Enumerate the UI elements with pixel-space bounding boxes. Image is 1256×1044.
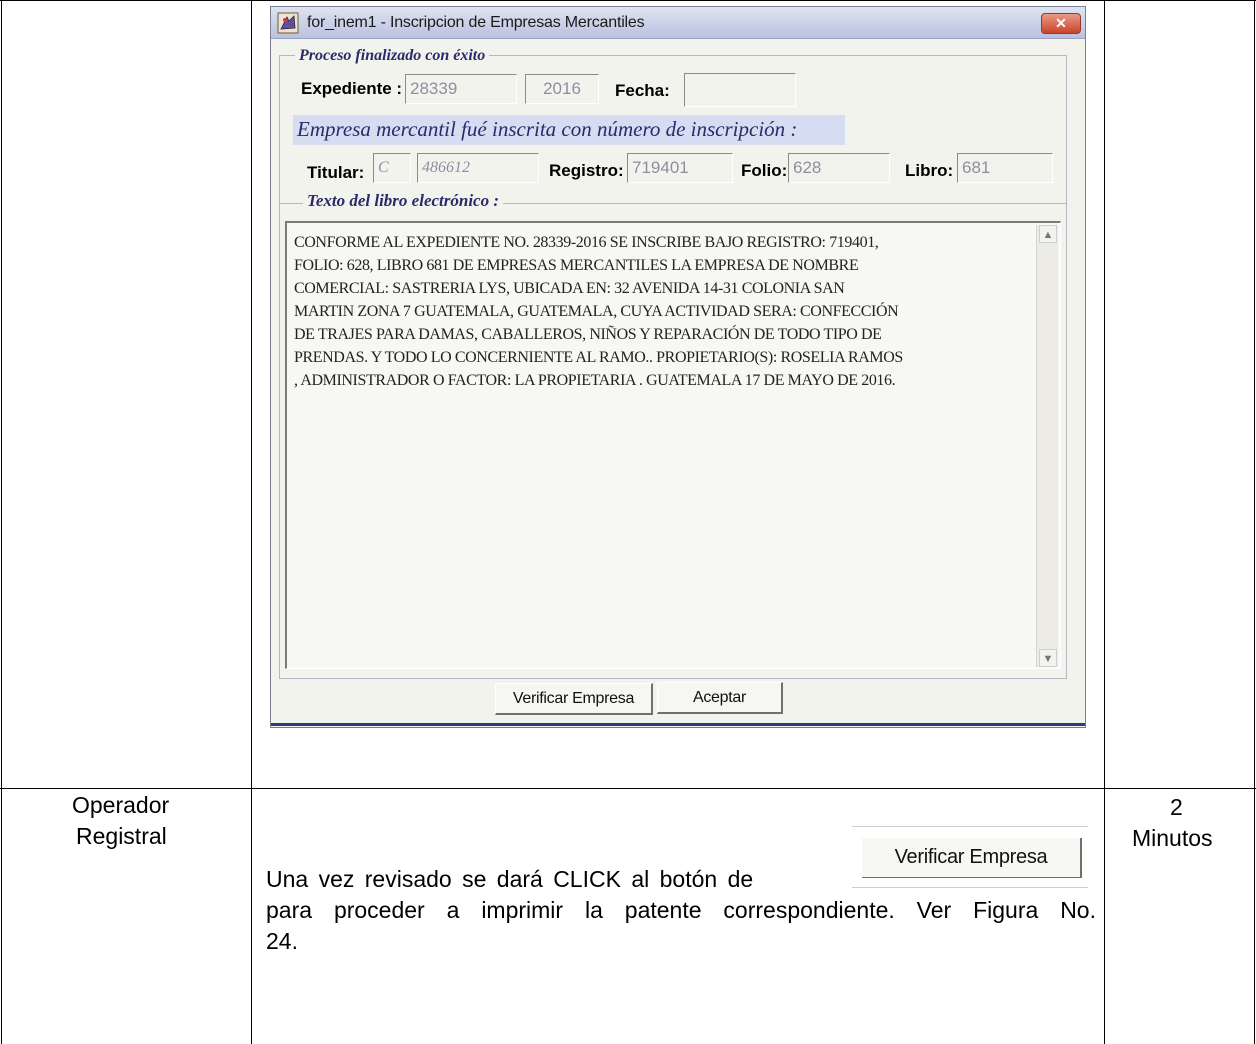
- vertical-scrollbar[interactable]: ▲ ▼: [1036, 225, 1058, 667]
- table-row-divider: [0, 788, 1256, 789]
- scroll-down-arrow-icon[interactable]: ▼: [1039, 649, 1057, 667]
- electronic-book-text: CONFORME AL EXPEDIENTE NO. 28339-2016 SE…: [294, 231, 1024, 392]
- registro-field[interactable]: 719401: [627, 153, 733, 183]
- instruction-line-3: 24.: [266, 928, 298, 954]
- table-divider-col2: [1104, 0, 1105, 1044]
- expediente-year-field[interactable]: 2016: [525, 74, 599, 104]
- accept-button[interactable]: Aceptar: [657, 682, 783, 714]
- libro-field[interactable]: 681: [957, 153, 1053, 183]
- window-title: for_inem1 - Inscripcion de Empresas Merc…: [307, 14, 645, 31]
- role-line-2: Registral: [76, 823, 167, 849]
- table-divider-col1: [251, 0, 252, 1044]
- text-line: FOLIO: 628, LIBRO 681 DE EMPRESAS MERCAN…: [294, 257, 859, 274]
- text-line: DE TRAJES PARA DAMAS, CABALLEROS, NIÑOS …: [294, 326, 882, 343]
- text-line: MARTIN ZONA 7 GUATEMALA, GUATEMALA, CUYA…: [294, 303, 899, 320]
- electronic-book-textarea[interactable]: CONFORME AL EXPEDIENTE NO. 28339-2016 SE…: [285, 221, 1061, 669]
- expediente-label: Expediente :: [301, 79, 403, 98]
- text-line: COMERCIAL: SASTRERIA LYS, UBICADA EN: 32…: [294, 280, 845, 297]
- instruction-line-1: Una vez revisado se dará CLICK al botón …: [266, 866, 754, 892]
- text-legend: Texto del libro electrónico :: [303, 191, 504, 211]
- titular-letter-field[interactable]: C: [373, 153, 411, 183]
- text-line: PRENDAS. Y TODO LO CONCERNIENTE AL RAMO.…: [294, 349, 903, 366]
- window-bottom-border: [271, 723, 1085, 726]
- role-line-1: Operador: [72, 792, 170, 818]
- close-icon[interactable]: ✕: [1041, 13, 1081, 34]
- inline-verify-button-image: Verificar Empresa: [852, 826, 1088, 888]
- window-titlebar: for_inem1 - Inscripcion de Empresas Merc…: [271, 7, 1085, 39]
- titular-number-field[interactable]: 486612: [417, 153, 539, 183]
- folio-field[interactable]: 628: [788, 153, 890, 183]
- registro-label: Registro:: [549, 161, 624, 180]
- scroll-up-arrow-icon[interactable]: ▲: [1039, 225, 1057, 243]
- titular-label: Titular:: [307, 163, 365, 182]
- fecha-field[interactable]: [684, 73, 796, 107]
- app-icon: [277, 12, 299, 34]
- table-border-right: [1254, 0, 1255, 1044]
- inline-verify-button[interactable]: Verificar Empresa: [862, 838, 1082, 878]
- table-border-top: [0, 0, 1256, 1]
- text-line: , ADMINISTRADOR O FACTOR: LA PROPIETARIA…: [294, 372, 896, 389]
- registration-window: for_inem1 - Inscripcion de Empresas Merc…: [270, 6, 1086, 728]
- instruction-line-2: para proceder a imprimir la patente corr…: [266, 897, 1096, 923]
- expediente-number-field[interactable]: 28339: [405, 74, 517, 104]
- time-unit: Minutos: [1132, 825, 1213, 851]
- inscription-banner: Empresa mercantil fué inscrita con númer…: [293, 115, 845, 145]
- verify-company-button[interactable]: Verificar Empresa: [495, 683, 653, 715]
- table-border-left: [1, 0, 2, 1044]
- time-value: 2: [1170, 794, 1183, 820]
- folio-label: Folio:: [741, 161, 788, 180]
- text-line: CONFORME AL EXPEDIENTE NO. 28339-2016 SE…: [294, 234, 879, 251]
- fecha-label: Fecha:: [615, 81, 670, 100]
- status-legend: Proceso finalizado con éxito: [295, 47, 490, 65]
- libro-label: Libro:: [905, 161, 954, 180]
